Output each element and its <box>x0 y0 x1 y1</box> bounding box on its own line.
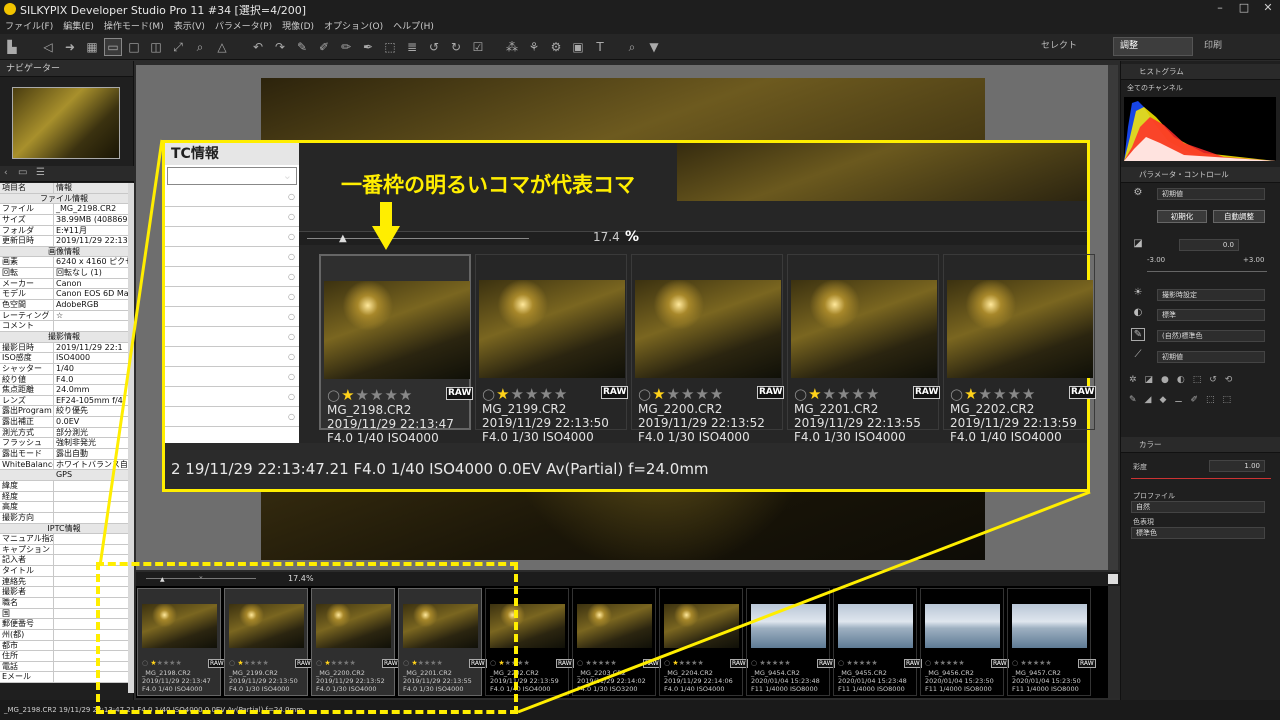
dashed-selection-box <box>96 562 518 714</box>
connector-line-right <box>517 490 1091 714</box>
connector-line-left <box>98 139 164 567</box>
